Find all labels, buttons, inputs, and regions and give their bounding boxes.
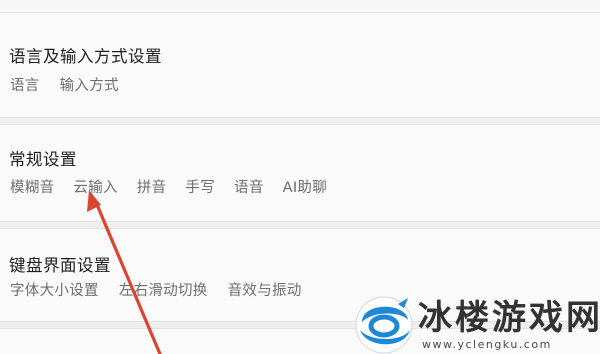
chip-pinyin[interactable]: 拼音 [137, 176, 167, 197]
site-watermark: 冰楼游戏网 www.yclengku.com [352, 288, 600, 354]
section-title: 语言及输入方式设置 [9, 47, 162, 66]
watermark-site-name: 冰楼游戏网 [418, 298, 600, 338]
section-general[interactable]: 常规设置 模糊音 云输入 拼音 手写 语音 AI助聊 [0, 124, 600, 222]
watermark-logo-icon [355, 296, 413, 354]
section-language-input[interactable]: 语言及输入方式设置 语言 输入方式 [0, 12, 600, 118]
chip-ai-chat[interactable]: AI助聊 [283, 176, 327, 197]
settings-screen: 语言及输入方式设置 语言 输入方式 常规设置 模糊音 云输入 拼音 手写 语音 … [0, 0, 600, 354]
chip-cloud-input[interactable]: 云输入 [73, 176, 117, 197]
chip-fuzzy-pinyin[interactable]: 模糊音 [10, 176, 54, 197]
chip-language[interactable]: 语言 [10, 74, 40, 95]
section-title: 键盘界面设置 [9, 256, 111, 275]
chip-sound-vibration[interactable]: 音效与振动 [228, 279, 302, 300]
chip-input-method[interactable]: 输入方式 [60, 74, 119, 95]
watermark-url: www.yclengku.com [422, 338, 552, 351]
section-items: 字体大小设置 左右滑动切换 音效与振动 [10, 279, 302, 300]
chip-handwriting[interactable]: 手写 [185, 176, 215, 197]
chip-voice[interactable]: 语音 [234, 176, 264, 197]
section-title: 常规设置 [9, 150, 77, 169]
section-items: 语言 输入方式 [10, 74, 119, 95]
chip-swipe-switch[interactable]: 左右滑动切换 [119, 279, 208, 300]
section-items: 模糊音 云输入 拼音 手写 语音 AI助聊 [10, 176, 327, 197]
chip-font-size[interactable]: 字体大小设置 [10, 279, 99, 300]
